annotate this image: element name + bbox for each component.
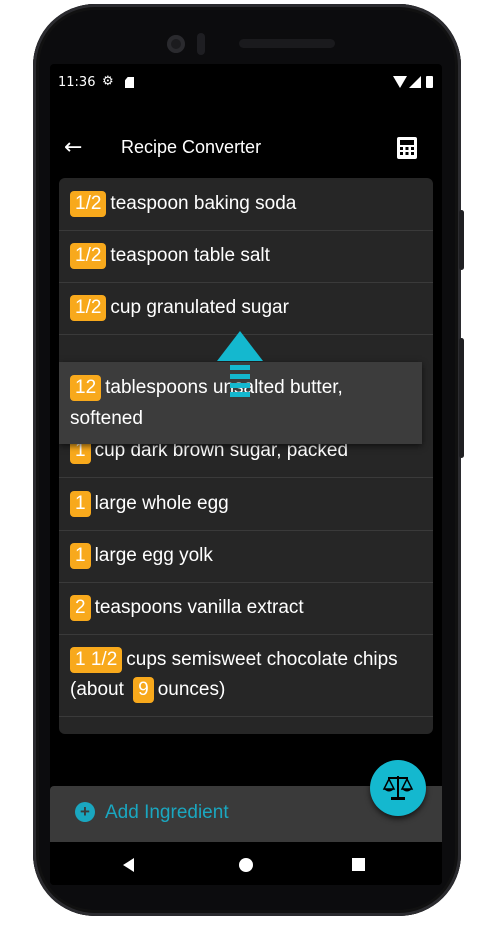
- quantity-badge[interactable]: 12: [70, 375, 102, 401]
- quantity-badge[interactable]: 1 1/2: [70, 647, 123, 673]
- nav-recents-icon[interactable]: [352, 858, 365, 871]
- earpiece-speaker: [239, 39, 335, 48]
- ingredient-text: teaspoon table salt: [110, 245, 270, 266]
- add-ingredient-button[interactable]: + Add Ingredient: [75, 802, 229, 824]
- quantity-badge[interactable]: 1: [70, 543, 91, 569]
- front-camera: [167, 35, 185, 53]
- list-item[interactable]: 1 large whole egg: [59, 478, 433, 531]
- add-ingredient-label: Add Ingredient: [105, 802, 229, 823]
- ingredient-text: large whole egg: [94, 493, 229, 514]
- ingredient-list: 1/2 teaspoon baking soda 1/2 teaspoon tabl…: [59, 178, 433, 734]
- sim-card-icon: [125, 77, 134, 88]
- quantity-badge[interactable]: 1: [70, 491, 91, 517]
- quantity-badge[interactable]: 1/2: [70, 295, 107, 321]
- settings-icon: ⚙: [102, 74, 114, 89]
- ingredient-text: teaspoons vanilla extract: [94, 597, 304, 618]
- power-button: [459, 338, 464, 458]
- ingredient-text: cup granulated sugar: [110, 297, 289, 318]
- battery-icon: [426, 76, 433, 88]
- sensor: [197, 33, 205, 55]
- status-time: 11:36: [58, 75, 96, 90]
- calculator-icon[interactable]: [396, 136, 418, 160]
- volume-button: [459, 210, 464, 270]
- quantity-badge[interactable]: 1/2: [70, 243, 107, 269]
- ingredient-text: teaspoon baking soda: [110, 193, 297, 214]
- list-item[interactable]: 1 large egg yolk: [59, 530, 433, 583]
- page-title: Recipe Converter: [121, 137, 262, 157]
- scale-icon: [382, 776, 414, 800]
- back-arrow-icon[interactable]: ←: [64, 134, 82, 162]
- list-item[interactable]: 1 1/2 cups semisweet chocolate chips (abo…: [59, 634, 433, 717]
- drag-up-arrow-icon: [217, 331, 263, 397]
- nav-home-icon[interactable]: [239, 858, 253, 872]
- add-circle-icon: +: [75, 802, 95, 822]
- nav-back-icon[interactable]: [123, 858, 134, 872]
- screen: 11:36 ⚙ ← Recipe Converter 1/2teaspoon: [50, 64, 442, 885]
- scale-fab-button[interactable]: [370, 760, 426, 816]
- quantity-badge[interactable]: 1/2: [70, 191, 107, 217]
- list-item[interactable]: 1/2 teaspoon table salt: [59, 230, 433, 283]
- list-item[interactable]: 1/2 cup granulated sugar: [59, 282, 433, 335]
- status-bar: 11:36 ⚙: [50, 64, 442, 104]
- system-nav-bar: [50, 842, 442, 885]
- ingredient-text: ounces): [157, 679, 226, 700]
- wifi-icon: [393, 76, 407, 88]
- app-bar: ← Recipe Converter: [50, 126, 442, 174]
- ingredient-text: large egg yolk: [94, 545, 213, 566]
- ingredient-text: tablespoons unsalted butter, softened: [70, 377, 343, 429]
- list-item[interactable]: 2 teaspoons vanilla extract: [59, 582, 433, 635]
- quantity-badge[interactable]: 9: [133, 677, 154, 703]
- list-item[interactable]: 1/2 teaspoon baking soda: [59, 178, 433, 231]
- quantity-badge[interactable]: 2: [70, 595, 91, 621]
- signal-icon: [409, 76, 421, 88]
